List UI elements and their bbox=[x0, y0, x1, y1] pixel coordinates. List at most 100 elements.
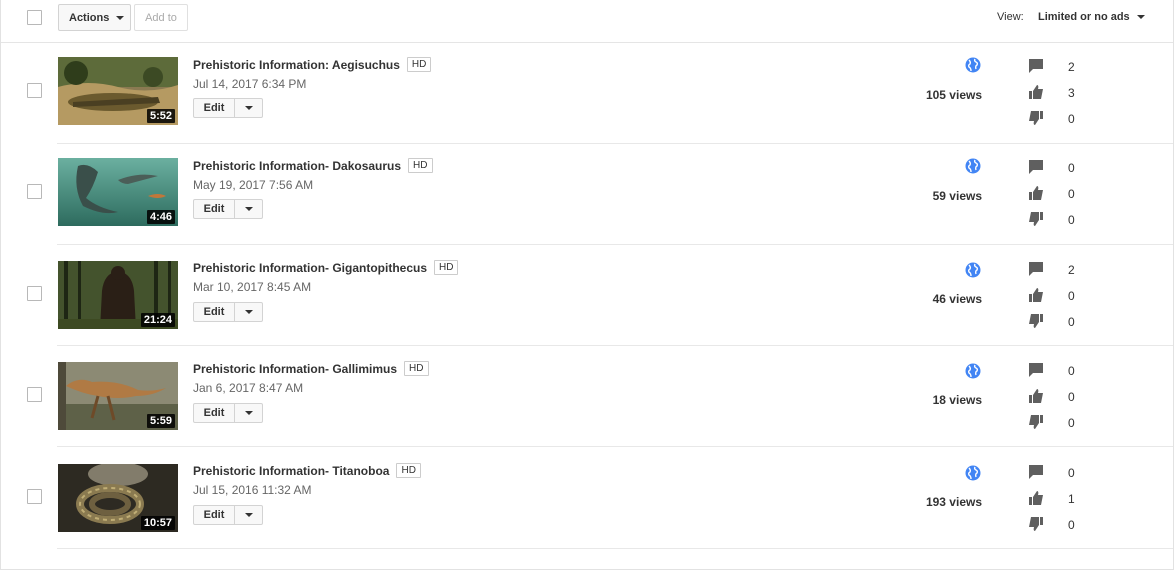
video-row: 10:57 Prehistoric Information- Titanoboa… bbox=[1, 448, 1173, 549]
comment-icon bbox=[1029, 465, 1043, 479]
like-count: 0 bbox=[1068, 289, 1075, 303]
duration-badge: 10:57 bbox=[140, 516, 175, 530]
comment-count: 0 bbox=[1068, 161, 1075, 175]
edit-button[interactable]: Edit bbox=[194, 404, 235, 422]
edit-split-button: Edit bbox=[193, 98, 263, 118]
video-title[interactable]: Prehistoric Information- Titanoboa bbox=[193, 464, 389, 478]
caret-down-icon bbox=[244, 106, 253, 110]
hd-badge: HD bbox=[434, 260, 459, 275]
caret-down-icon bbox=[1136, 15, 1145, 19]
hd-badge: HD bbox=[396, 463, 421, 478]
video-thumbnail[interactable]: 5:52 bbox=[58, 57, 178, 125]
view-count: 59 views bbox=[932, 189, 982, 203]
view-count: 105 views bbox=[925, 88, 982, 102]
view-count: 193 views bbox=[925, 495, 982, 509]
thumbs-up-icon bbox=[1029, 288, 1043, 302]
toolbar: Actions Add to View: Limited or no ads bbox=[1, 0, 1173, 43]
row-checkbox[interactable] bbox=[27, 286, 42, 301]
edit-split-button: Edit bbox=[193, 199, 263, 219]
row-divider bbox=[57, 548, 1173, 549]
like-count: 0 bbox=[1068, 187, 1075, 201]
comment-icon bbox=[1029, 262, 1043, 276]
actions-label: Actions bbox=[69, 11, 110, 24]
comment-count: 2 bbox=[1068, 60, 1075, 74]
globe-icon bbox=[965, 465, 981, 481]
edit-dropdown-button[interactable] bbox=[235, 506, 262, 524]
duration-badge: 5:52 bbox=[146, 109, 175, 123]
like-count: 3 bbox=[1068, 86, 1075, 100]
edit-split-button: Edit bbox=[193, 403, 263, 423]
view-filter-dropdown[interactable]: Limited or no ads bbox=[1038, 11, 1145, 23]
edit-dropdown-button[interactable] bbox=[235, 200, 262, 218]
row-checkbox[interactable] bbox=[27, 489, 42, 504]
video-date: May 19, 2017 7:56 AM bbox=[193, 178, 314, 192]
view-count: 18 views bbox=[932, 393, 982, 407]
dislike-count: 0 bbox=[1068, 518, 1075, 532]
row-divider bbox=[57, 446, 1173, 447]
edit-button[interactable]: Edit bbox=[194, 99, 235, 117]
edit-button[interactable]: Edit bbox=[194, 200, 235, 218]
edit-dropdown-button[interactable] bbox=[235, 99, 262, 117]
select-all-checkbox[interactable] bbox=[27, 10, 42, 25]
video-date: Jan 6, 2017 8:47 AM bbox=[193, 381, 304, 395]
comment-count: 2 bbox=[1068, 263, 1075, 277]
caret-down-icon bbox=[244, 207, 253, 211]
dislike-count: 0 bbox=[1068, 416, 1075, 430]
video-row: 4:46 Prehistoric Information- Dakosaurus… bbox=[1, 144, 1173, 245]
add-to-label: Add to bbox=[145, 11, 177, 24]
add-to-button[interactable]: Add to bbox=[134, 4, 188, 31]
thumbs-up-icon bbox=[1029, 85, 1043, 99]
hd-badge: HD bbox=[406, 57, 432, 72]
caret-down-icon bbox=[244, 411, 253, 415]
caret-down-icon bbox=[244, 310, 253, 314]
dislike-count: 0 bbox=[1068, 213, 1075, 227]
comment-icon bbox=[1029, 59, 1043, 73]
dislike-count: 0 bbox=[1068, 112, 1075, 126]
globe-icon bbox=[965, 363, 981, 379]
dislike-count: 0 bbox=[1068, 315, 1075, 329]
comment-count: 0 bbox=[1068, 466, 1075, 480]
globe-icon bbox=[965, 57, 981, 73]
edit-split-button: Edit bbox=[193, 505, 263, 525]
thumbs-down-icon bbox=[1029, 111, 1043, 125]
video-manager-panel: Actions Add to View: Limited or no ads 5… bbox=[0, 0, 1174, 570]
thumbs-up-icon bbox=[1029, 491, 1043, 505]
video-row: 5:52 Prehistoric Information: Aegisuchus… bbox=[1, 43, 1173, 144]
video-row: 5:59 Prehistoric Information- Gallimimus… bbox=[1, 346, 1173, 447]
hd-badge: HD bbox=[408, 158, 433, 173]
row-checkbox[interactable] bbox=[27, 184, 42, 199]
hd-badge: HD bbox=[404, 361, 429, 376]
duration-badge: 4:46 bbox=[146, 210, 175, 224]
video-date: Jul 14, 2017 6:34 PM bbox=[193, 77, 307, 91]
caret-down-icon bbox=[116, 15, 125, 20]
thumbs-down-icon bbox=[1029, 212, 1043, 226]
row-checkbox[interactable] bbox=[27, 387, 42, 402]
thumbs-down-icon bbox=[1029, 314, 1043, 328]
edit-split-button: Edit bbox=[193, 302, 263, 322]
video-thumbnail[interactable]: 10:57 bbox=[58, 464, 178, 532]
edit-button[interactable]: Edit bbox=[194, 506, 235, 524]
like-count: 0 bbox=[1068, 390, 1075, 404]
comment-icon bbox=[1029, 363, 1043, 377]
video-title[interactable]: Prehistoric Information- Gigantopithecus bbox=[193, 261, 427, 275]
thumbs-up-icon bbox=[1029, 186, 1043, 200]
edit-dropdown-button[interactable] bbox=[235, 303, 262, 321]
globe-icon bbox=[965, 158, 981, 174]
thumbs-down-icon bbox=[1029, 517, 1043, 531]
video-title[interactable]: Prehistoric Information: Aegisuchus bbox=[193, 58, 400, 72]
edit-button[interactable]: Edit bbox=[194, 303, 235, 321]
video-thumbnail[interactable]: 4:46 bbox=[58, 158, 178, 226]
video-title[interactable]: Prehistoric Information- Gallimimus bbox=[193, 362, 397, 376]
duration-badge: 21:24 bbox=[140, 313, 175, 327]
actions-button[interactable]: Actions bbox=[58, 4, 131, 31]
edit-dropdown-button[interactable] bbox=[235, 404, 262, 422]
video-date: Jul 15, 2016 11:32 AM bbox=[193, 483, 312, 497]
caret-down-icon bbox=[244, 513, 253, 517]
row-checkbox[interactable] bbox=[27, 83, 42, 98]
video-title[interactable]: Prehistoric Information- Dakosaurus bbox=[193, 159, 401, 173]
thumbs-down-icon bbox=[1029, 415, 1043, 429]
video-date: Mar 10, 2017 8:45 AM bbox=[193, 280, 312, 294]
video-thumbnail[interactable]: 5:59 bbox=[58, 362, 178, 430]
video-thumbnail[interactable]: 21:24 bbox=[58, 261, 178, 329]
comment-icon bbox=[1029, 160, 1043, 174]
